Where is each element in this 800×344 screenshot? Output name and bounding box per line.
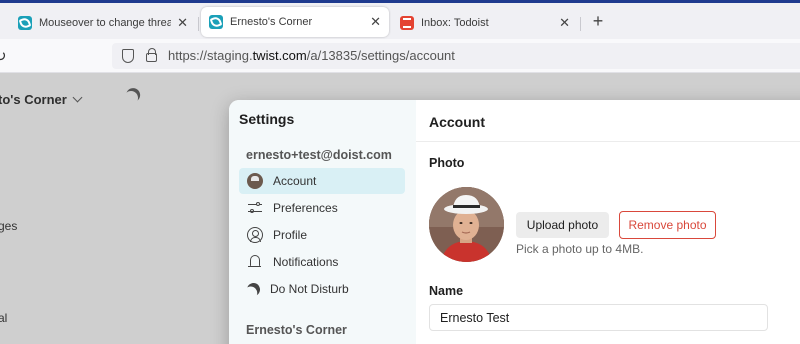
tab-inbox-todoist[interactable]: Inbox: Todoist ✕	[392, 7, 578, 39]
upload-photo-button[interactable]: Upload photo	[516, 212, 609, 238]
close-icon[interactable]: ✕	[370, 14, 381, 30]
tab-title: Inbox: Todoist	[421, 17, 489, 29]
nav-item-label: Notifications	[273, 255, 339, 269]
nav-item-profile[interactable]: Profile	[239, 222, 405, 248]
chevron-down-icon[interactable]	[72, 92, 83, 103]
tab-title: Mouseover to change thread list	[39, 17, 172, 29]
profile-icon	[247, 227, 263, 243]
sidebar-fragment: ges	[0, 219, 18, 233]
url-prefix: https://staging.	[168, 48, 253, 63]
tab-strip: Mouseover to change thread list ✕ Ernest…	[0, 3, 800, 39]
nav-item-label: Profile	[273, 228, 308, 242]
workspace-section-title: Ernesto's Corner	[246, 323, 347, 337]
nav-item-preferences[interactable]: Preferences	[239, 195, 405, 221]
moon-icon	[245, 280, 262, 297]
tab-title: Ernesto's Corner	[230, 16, 313, 28]
profile-photo	[429, 187, 504, 262]
sliders-icon	[247, 200, 263, 216]
lock-icon[interactable]	[146, 48, 157, 62]
nav-item-notifications[interactable]: Notifications	[239, 249, 405, 275]
tab-mouseover[interactable]: Mouseover to change thread list ✕	[10, 7, 196, 39]
nav-item-account[interactable]: Account	[239, 168, 405, 194]
todoist-icon	[400, 16, 414, 30]
url-host: twist.com	[252, 48, 307, 63]
shield-icon[interactable]	[122, 49, 134, 63]
sidebar-fragment: al	[0, 311, 8, 325]
address-bar[interactable]: https://staging.twist.com/a/13835/settin…	[112, 43, 800, 69]
remove-photo-button[interactable]: Remove photo	[619, 211, 716, 239]
nav-item-do-not-disturb[interactable]: Do Not Disturb	[239, 276, 405, 302]
user-email: ernesto+test@doist.com	[246, 148, 392, 162]
nav-item-label: Preferences	[273, 201, 338, 215]
tab-ernestos-corner[interactable]: Ernesto's Corner ✕	[201, 7, 389, 37]
settings-sidebar: Settings ernesto+test@doist.com Account …	[229, 100, 416, 344]
panel-title: Account	[429, 114, 485, 130]
divider	[416, 141, 800, 142]
photo-label: Photo	[429, 156, 465, 170]
url-path: /a/13835/settings/account	[306, 48, 455, 63]
close-icon[interactable]: ✕	[177, 15, 188, 31]
name-label: Name	[429, 284, 464, 298]
bell-icon	[247, 254, 263, 270]
avatar-icon	[247, 173, 263, 189]
new-tab-button[interactable]: +	[588, 11, 608, 32]
twist-icon	[18, 16, 32, 30]
tab-separator	[580, 17, 581, 31]
nav-item-label: Account	[273, 174, 317, 188]
tab-separator	[198, 17, 199, 31]
workspace-name[interactable]: to's Corner	[0, 92, 67, 107]
name-input[interactable]	[429, 304, 768, 331]
photo-hint: Pick a photo up to 4MB.	[516, 242, 644, 256]
close-icon[interactable]: ✕	[559, 15, 570, 31]
nav-item-label: Do Not Disturb	[270, 282, 349, 296]
reload-icon[interactable]: ↻	[0, 47, 7, 65]
twist-icon	[209, 15, 223, 29]
settings-title: Settings	[239, 111, 295, 127]
settings-modal: Settings ernesto+test@doist.com Account …	[229, 100, 800, 344]
moon-icon[interactable]	[122, 89, 140, 107]
url-text[interactable]: https://staging.twist.com/a/13835/settin…	[168, 48, 455, 63]
navigation-toolbar: ↻ https://staging.twist.com/a/13835/sett…	[0, 39, 800, 73]
account-panel: Account Photo Upload photo Remove photo …	[416, 100, 800, 344]
